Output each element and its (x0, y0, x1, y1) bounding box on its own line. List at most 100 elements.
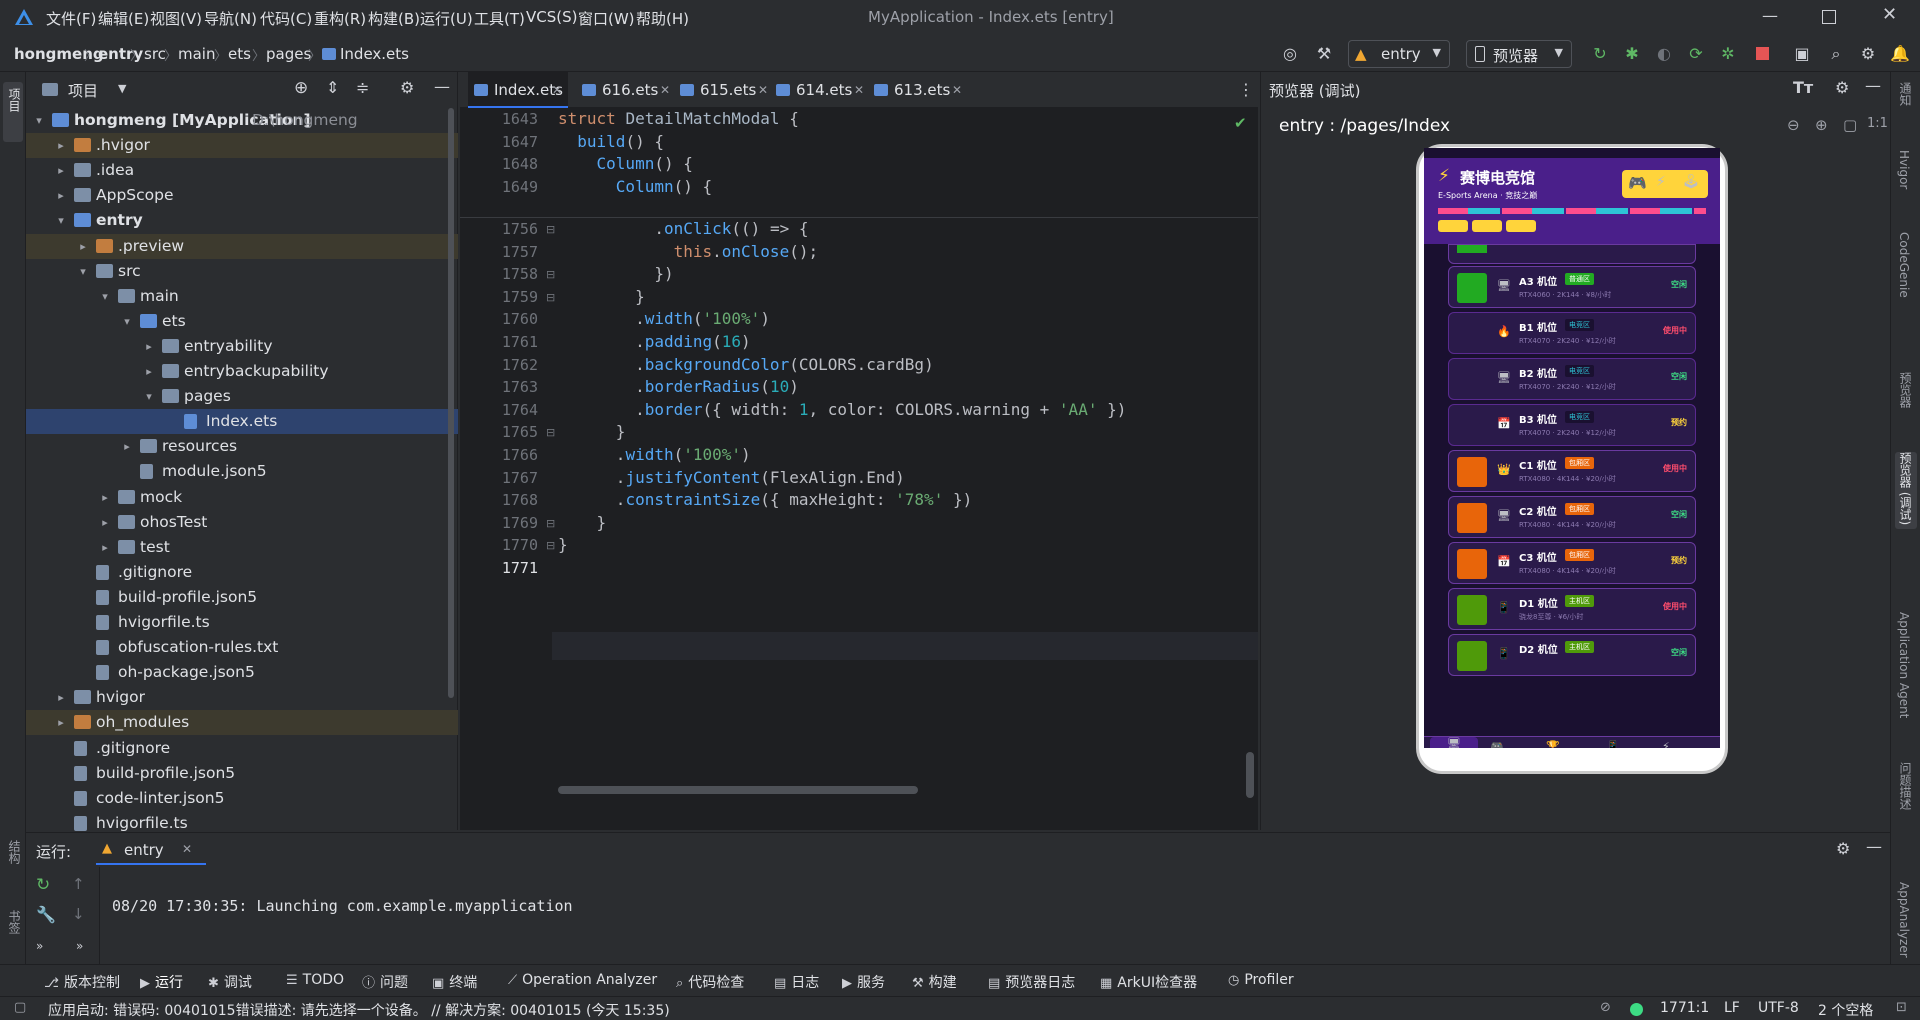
gear-icon[interactable]: ⚙ (400, 78, 414, 97)
chevron-down-icon[interactable]: ▼ (118, 82, 126, 95)
breadcrumb-item[interactable]: main (178, 45, 215, 63)
wrench-icon[interactable]: 🔧 (36, 905, 56, 924)
code-line[interactable]: build() { (558, 131, 664, 154)
text-size-icon[interactable]: Tт (1793, 78, 1813, 97)
chevron-right-icon[interactable]: ▸ (54, 158, 68, 183)
settings-icon[interactable]: ⚙ (1836, 839, 1850, 858)
chevron-right-icon[interactable]: ▸ (142, 334, 156, 359)
chevron-right-icon[interactable]: ▸ (54, 710, 68, 735)
tool-window-button[interactable]: ▤ 预览器日志 (988, 972, 1075, 992)
code-line[interactable]: .backgroundColor(COLORS.cardBg) (558, 354, 934, 377)
tree-item[interactable]: ▸ hvigor (26, 685, 458, 710)
tree-item[interactable]: code-linter.json5 (26, 786, 458, 811)
hammer-icon[interactable]: ⚒ (1314, 44, 1334, 64)
tree-item[interactable]: ▾ hongmeng [MyApplication] D:\hongmeng (26, 108, 458, 133)
code-line[interactable]: .width('100%') (558, 308, 770, 331)
tree-item[interactable]: ▸ test (26, 535, 458, 560)
header-action-group[interactable]: 🎮 ⚡ 🕹 (1622, 170, 1708, 198)
menu-item[interactable]: 代码(C) (260, 8, 312, 29)
more-icon[interactable]: » (36, 939, 43, 953)
device-screen[interactable]: ⚡ 赛博电竞馆 E-Sports Arena · 竞技之巅 🎮 ⚡ 🕹 🖥 A3 … (1424, 148, 1720, 748)
tool-window-button[interactable]: ✱ 调试 (208, 972, 252, 992)
tree-item[interactable]: ▸ mock (26, 485, 458, 510)
menu-item[interactable]: 视图(V) (150, 8, 202, 29)
rerun-icon[interactable]: ↻ (36, 875, 50, 895)
tree-item[interactable]: ▾ main (26, 284, 458, 309)
breadcrumb-item[interactable]: pages (266, 45, 311, 63)
code-line[interactable]: } (558, 421, 626, 444)
scroll-down-icon[interactable]: ↓ (72, 905, 85, 923)
close-icon[interactable]: ✕ (1882, 4, 1897, 25)
tree-item[interactable]: ▾ ets (26, 309, 458, 334)
profile-icon[interactable]: ✲ (1718, 44, 1738, 64)
chevron-down-icon[interactable]: ▾ (120, 309, 134, 334)
tree-item[interactable]: build-profile.json5 (26, 761, 458, 786)
chevron-down-icon[interactable]: ▾ (54, 208, 68, 233)
seat-card[interactable]: 🔥 B1 机位 电竞区 RTX4070 · 2K240 · ¥12/小时 使用中 (1448, 312, 1696, 354)
lock-icon[interactable]: ⊡ (1896, 1000, 1907, 1015)
tree-item[interactable]: ▸ entryability (26, 334, 458, 359)
tool-window-button[interactable]: ⌕ 代码检查 (676, 972, 744, 992)
right-tool-button[interactable]: 预览器 (1895, 372, 1917, 412)
chevron-right-icon[interactable]: ▸ (76, 234, 90, 259)
attach-debugger-icon[interactable]: ◐ (1654, 44, 1674, 64)
tree-item[interactable]: ▸ .idea (26, 158, 458, 183)
close-icon[interactable]: ✕ (182, 842, 192, 856)
debug-icon[interactable]: ✱ (1622, 44, 1642, 64)
settings-icon[interactable]: ⚙ (1858, 44, 1878, 64)
tree-item[interactable]: ▾ pages (26, 384, 458, 409)
menu-item[interactable]: 文件(F) (46, 8, 96, 29)
tool-window-button[interactable]: ▤ 日志 (774, 972, 819, 992)
close-icon[interactable]: ✕ (552, 72, 562, 108)
tree-item[interactable]: ▸ oh_modules (26, 710, 458, 736)
device-manager-icon[interactable]: ▣ (1792, 44, 1812, 64)
code-line[interactable]: .constraintSize({ maxHeight: '78%' }) (558, 489, 972, 512)
hide-panel-icon[interactable]: — (1865, 76, 1881, 95)
filter-chips[interactable] (1438, 220, 1538, 232)
locate-icon[interactable]: ⊕ (294, 78, 308, 98)
breadcrumb-item[interactable]: src (144, 45, 166, 63)
device-select[interactable]: 预览器 ▼ (1466, 40, 1572, 68)
zoom-in-icon[interactable]: ⊕ (1815, 116, 1828, 134)
apply-changes-icon[interactable]: ⟳ (1686, 44, 1706, 64)
tab-gamepad-icon[interactable]: 🎮 (1490, 740, 1504, 748)
seat-card[interactable]: 📅 B3 机位 电竞区 RTX4070 · 2K240 · ¥12/小时 预约 (1448, 404, 1696, 446)
chevron-down-icon[interactable]: ▾ (32, 108, 46, 133)
menu-item[interactable]: 构建(B) (368, 8, 420, 29)
code-line[interactable]: } (558, 286, 645, 309)
chevron-down-icon[interactable]: ▾ (76, 259, 90, 284)
seat-card[interactable]: 🖥 A3 机位 普通区 RTX4060 · 2K144 · ¥8/小时 空闲 (1448, 266, 1696, 308)
close-icon[interactable]: ✕ (758, 72, 768, 108)
tree-scrollbar[interactable] (448, 108, 454, 698)
close-icon[interactable]: ✕ (952, 72, 962, 108)
file-encoding[interactable]: UTF-8 (1758, 1000, 1799, 1016)
one-to-one-icon[interactable]: 1:1 (1867, 116, 1888, 131)
code-line[interactable]: Column() { (558, 176, 712, 199)
tool-window-button[interactable]: ◷ Profiler (1228, 972, 1294, 988)
seat-card[interactable]: 📱 D1 机位 主机区 骁龙8至尊 · ¥6/小时 使用中 (1448, 588, 1696, 630)
status-message[interactable]: 应用启动: 错误码: 00401015错误描述: 请先选择一个设备。 // 解决… (48, 1000, 670, 1020)
structure-tool-button[interactable]: 结构 (3, 832, 23, 888)
code-line[interactable]: .padding(16) (558, 331, 751, 354)
right-tool-button[interactable]: Application Agent (1895, 612, 1917, 722)
menu-item[interactable]: 运行(U) (420, 8, 473, 29)
vertical-scrollbar[interactable] (1246, 752, 1254, 798)
tree-item[interactable]: ▸ resources (26, 434, 458, 459)
tool-window-button[interactable]: ▣ 终端 (432, 972, 477, 992)
maximize-icon[interactable] (1822, 10, 1836, 24)
editor-tab[interactable]: 615.ets ✕ (674, 72, 774, 108)
menu-item[interactable]: VCS(S) (526, 8, 577, 26)
seat-card[interactable]: 👑 C1 机位 包厢区 RTX4080 · 4K144 · ¥20/小时 使用中 (1448, 450, 1696, 492)
hide-panel-icon[interactable]: — (1866, 837, 1882, 856)
settings-icon[interactable]: ⚙ (1835, 78, 1849, 97)
tab-home-icon[interactable]: 🖥 (1430, 737, 1478, 748)
cursor-position[interactable]: 1771:1 (1660, 1000, 1709, 1016)
tree-item[interactable]: ▾ src (26, 259, 458, 284)
editor-tab[interactable]: 616.ets ✕ (576, 72, 676, 108)
close-icon[interactable]: ✕ (660, 72, 670, 108)
menu-item[interactable]: 帮助(H) (636, 8, 689, 29)
notification-icon[interactable]: 🔔 (1890, 44, 1910, 64)
expand-all-icon[interactable]: ⇕ (326, 78, 339, 97)
chevron-down-icon[interactable]: ▾ (98, 284, 112, 309)
chevron-right-icon[interactable]: ▸ (98, 485, 112, 510)
